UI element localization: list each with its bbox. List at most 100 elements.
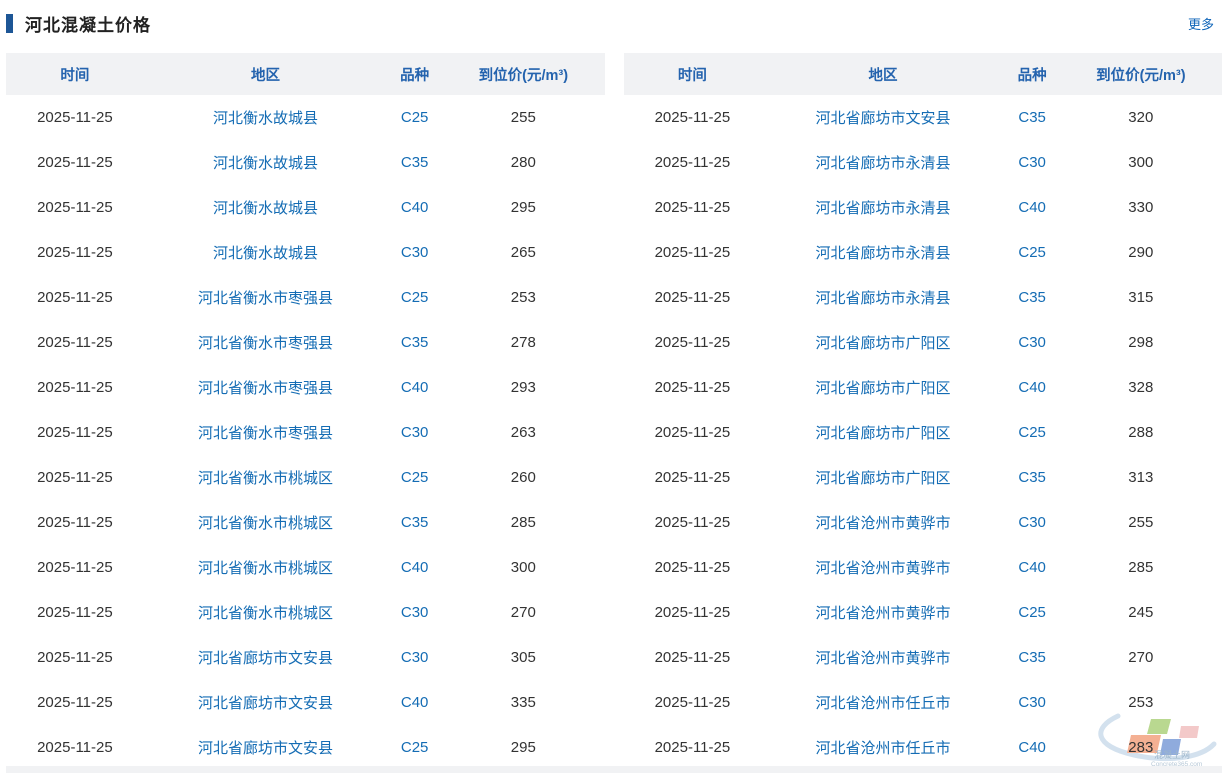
cell-date: 2025-11-25 — [6, 590, 144, 635]
cell-date: 2025-11-25 — [6, 680, 144, 725]
cell-date: 2025-11-25 — [6, 635, 144, 680]
more-link[interactable]: 更多 — [1188, 14, 1214, 33]
cell-price: 300 — [442, 545, 604, 590]
cell-grade-link[interactable]: C40 — [387, 365, 442, 410]
cell-region-link[interactable]: 河北省衡水市枣强县 — [144, 365, 387, 410]
cell-grade-link[interactable]: C30 — [387, 230, 442, 275]
cell-grade-link[interactable]: C35 — [1005, 95, 1060, 140]
table-row: 2025-11-25 河北省沧州市任丘市 C30 253 — [624, 680, 1222, 725]
cell-region-link[interactable]: 河北省衡水市枣强县 — [144, 275, 387, 320]
col-header-region: 地区 — [144, 53, 387, 95]
cell-grade-link[interactable]: C40 — [387, 680, 442, 725]
table-row: 2025-11-25 河北省廊坊市永清县 C35 315 — [624, 275, 1222, 320]
cell-region-link[interactable]: 河北省廊坊市广阳区 — [761, 365, 1004, 410]
cell-price: 265 — [442, 230, 604, 275]
col-header-time: 时间 — [6, 53, 144, 95]
cell-grade-link[interactable]: C35 — [1005, 275, 1060, 320]
cell-region-link[interactable]: 河北省廊坊市文安县 — [144, 680, 387, 725]
cell-region-link[interactable]: 河北省沧州市黄骅市 — [761, 635, 1004, 680]
cell-grade-link[interactable]: C40 — [1005, 365, 1060, 410]
cell-region-link[interactable]: 河北省沧州市任丘市 — [761, 680, 1004, 725]
cell-region-link[interactable]: 河北省沧州市任丘市 — [761, 725, 1004, 770]
cell-region-link[interactable]: 河北省廊坊市文安县 — [761, 95, 1004, 140]
cell-date: 2025-11-25 — [6, 230, 144, 275]
cell-price: 305 — [442, 635, 604, 680]
cell-region-link[interactable]: 河北衡水故城县 — [144, 140, 387, 185]
cell-price: 278 — [442, 320, 604, 365]
cell-grade-link[interactable]: C25 — [387, 455, 442, 500]
cell-grade-link[interactable]: C25 — [1005, 230, 1060, 275]
table-row: 2025-11-25 河北省廊坊市广阳区 C30 298 — [624, 320, 1222, 365]
cell-region-link[interactable]: 河北省衡水市桃城区 — [144, 500, 387, 545]
cell-region-link[interactable]: 河北省廊坊市永清县 — [761, 185, 1004, 230]
next-table-header-peek — [6, 766, 1222, 773]
cell-grade-link[interactable]: C30 — [1005, 680, 1060, 725]
cell-grade-link[interactable]: C35 — [387, 320, 442, 365]
cell-region-link[interactable]: 河北衡水故城县 — [144, 185, 387, 230]
price-table-left: 时间 地区 品种 到位价(元/m³) 2025-11-25 河北衡水故城县 C2… — [6, 53, 605, 770]
table-row: 2025-11-25 河北省沧州市黄骅市 C40 285 — [624, 545, 1222, 590]
cell-region-link[interactable]: 河北省廊坊市永清县 — [761, 140, 1004, 185]
cell-date: 2025-11-25 — [6, 410, 144, 455]
cell-price: 288 — [1060, 410, 1222, 455]
cell-grade-link[interactable]: C40 — [1005, 725, 1060, 770]
cell-price: 300 — [1060, 140, 1222, 185]
cell-grade-link[interactable]: C30 — [387, 590, 442, 635]
table-row: 2025-11-25 河北省廊坊市文安县 C25 295 — [6, 725, 605, 770]
cell-grade-link[interactable]: C35 — [387, 500, 442, 545]
cell-grade-link[interactable]: C40 — [387, 545, 442, 590]
cell-price: 263 — [442, 410, 604, 455]
cell-price: 328 — [1060, 365, 1222, 410]
cell-price: 253 — [1060, 680, 1222, 725]
table-row: 2025-11-25 河北省沧州市黄骅市 C30 255 — [624, 500, 1222, 545]
cell-region-link[interactable]: 河北省衡水市桃城区 — [144, 590, 387, 635]
cell-grade-link[interactable]: C25 — [1005, 410, 1060, 455]
cell-price: 270 — [1060, 635, 1222, 680]
cell-region-link[interactable]: 河北衡水故城县 — [144, 95, 387, 140]
price-table-right: 时间 地区 品种 到位价(元/m³) 2025-11-25 河北省廊坊市文安县 … — [624, 53, 1222, 770]
cell-grade-link[interactable]: C40 — [1005, 185, 1060, 230]
table-row: 2025-11-25 河北省廊坊市永清县 C25 290 — [624, 230, 1222, 275]
cell-grade-link[interactable]: C30 — [1005, 140, 1060, 185]
cell-grade-link[interactable]: C35 — [387, 140, 442, 185]
col-header-grade: 品种 — [1005, 53, 1060, 95]
cell-date: 2025-11-25 — [624, 230, 762, 275]
cell-region-link[interactable]: 河北省衡水市桃城区 — [144, 545, 387, 590]
cell-region-link[interactable]: 河北省沧州市黄骅市 — [761, 590, 1004, 635]
cell-region-link[interactable]: 河北省衡水市枣强县 — [144, 320, 387, 365]
cell-grade-link[interactable]: C40 — [387, 185, 442, 230]
cell-region-link[interactable]: 河北省廊坊市永清县 — [761, 230, 1004, 275]
cell-region-link[interactable]: 河北省廊坊市广阳区 — [761, 455, 1004, 500]
cell-price: 335 — [442, 680, 604, 725]
table-header-row: 时间 地区 品种 到位价(元/m³) — [6, 53, 605, 95]
cell-region-link[interactable]: 河北省廊坊市广阳区 — [761, 320, 1004, 365]
cell-price: 285 — [442, 500, 604, 545]
cell-grade-link[interactable]: C30 — [387, 410, 442, 455]
cell-grade-link[interactable]: C25 — [1005, 590, 1060, 635]
cell-grade-link[interactable]: C35 — [1005, 635, 1060, 680]
cell-price: 295 — [442, 725, 604, 770]
cell-price: 313 — [1060, 455, 1222, 500]
cell-region-link[interactable]: 河北省衡水市枣强县 — [144, 410, 387, 455]
cell-grade-link[interactable]: C25 — [387, 95, 442, 140]
cell-grade-link[interactable]: C25 — [387, 275, 442, 320]
cell-region-link[interactable]: 河北省衡水市桃城区 — [144, 455, 387, 500]
cell-grade-link[interactable]: C30 — [1005, 500, 1060, 545]
table-row: 2025-11-25 河北省廊坊市文安县 C35 320 — [624, 95, 1222, 140]
cell-region-link[interactable]: 河北省廊坊市文安县 — [144, 725, 387, 770]
cell-region-link[interactable]: 河北省沧州市黄骅市 — [761, 500, 1004, 545]
cell-grade-link[interactable]: C30 — [387, 635, 442, 680]
cell-grade-link[interactable]: C30 — [1005, 320, 1060, 365]
table-row: 2025-11-25 河北省沧州市黄骅市 C35 270 — [624, 635, 1222, 680]
cell-region-link[interactable]: 河北衡水故城县 — [144, 230, 387, 275]
cell-region-link[interactable]: 河北省廊坊市文安县 — [144, 635, 387, 680]
table-row: 2025-11-25 河北省廊坊市永清县 C40 330 — [624, 185, 1222, 230]
cell-region-link[interactable]: 河北省沧州市黄骅市 — [761, 545, 1004, 590]
cell-grade-link[interactable]: C40 — [1005, 545, 1060, 590]
cell-grade-link[interactable]: C25 — [387, 725, 442, 770]
table-row: 2025-11-25 河北省沧州市任丘市 C40 283 — [624, 725, 1222, 770]
cell-region-link[interactable]: 河北省廊坊市广阳区 — [761, 410, 1004, 455]
cell-grade-link[interactable]: C35 — [1005, 455, 1060, 500]
table-row: 2025-11-25 河北省衡水市枣强县 C25 253 — [6, 275, 605, 320]
cell-region-link[interactable]: 河北省廊坊市永清县 — [761, 275, 1004, 320]
